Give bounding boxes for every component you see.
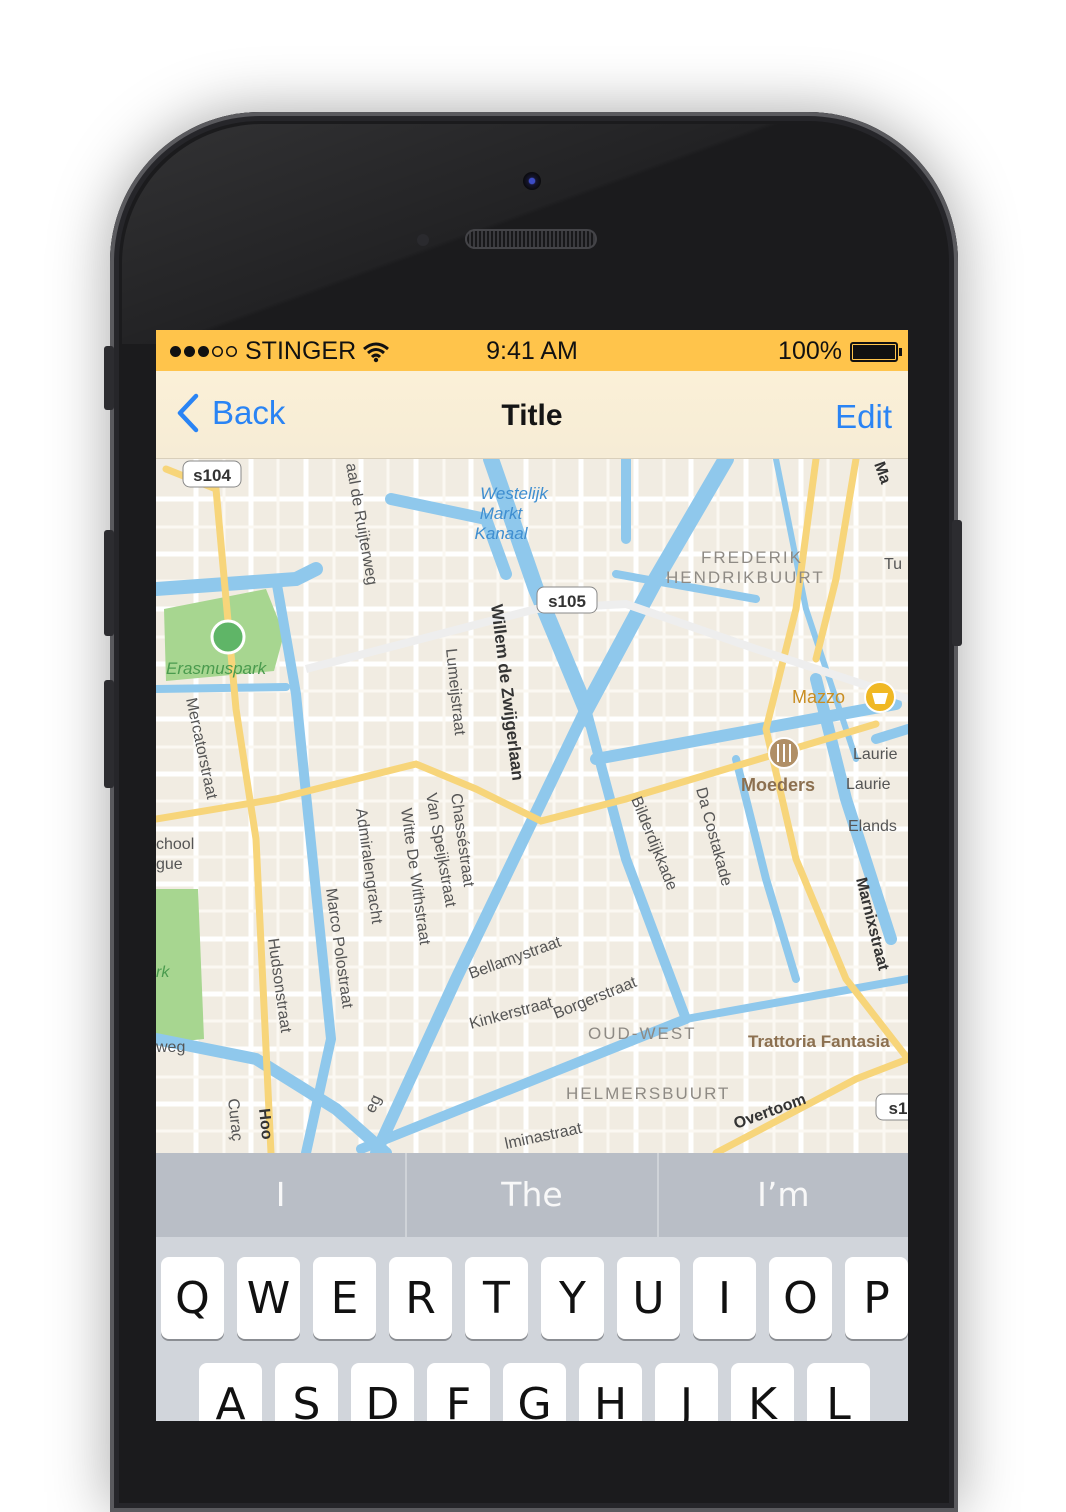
poi-trattoria-label[interactable]: Trattoria Fantasia	[748, 1032, 890, 1051]
district-frederik: FREDERIK	[701, 548, 803, 567]
key-t[interactable]: T	[465, 1257, 528, 1339]
battery-icon	[850, 341, 902, 362]
water-label-1: Westelijk	[480, 484, 549, 503]
key-k[interactable]: K	[731, 1363, 794, 1421]
poi-mazzo-label: Mazzo	[792, 687, 845, 707]
key-h[interactable]: H	[579, 1363, 642, 1421]
suggestion-1[interactable]: I	[156, 1153, 408, 1237]
park-label: Erasmuspark	[166, 659, 268, 678]
street-school: chool	[156, 836, 194, 853]
street-laurier-1: Laurie	[853, 746, 898, 763]
edit-button[interactable]: Edit	[835, 398, 892, 436]
key-p[interactable]: P	[845, 1257, 908, 1339]
screen: STINGER 9:41 AM 100% Back Title Edit Era…	[156, 330, 908, 1421]
volume-up-button	[104, 530, 114, 636]
district-hendrikbuurt: HENDRIKBUURT	[666, 568, 825, 587]
water-label: Westelijk Markt Kanaal	[475, 484, 550, 543]
street-rk: rk	[156, 964, 170, 981]
power-button	[952, 520, 962, 646]
water-label-3: Kanaal	[475, 524, 529, 543]
map-view[interactable]: Erasmuspark Westelijk Markt Kanaal s104 …	[156, 459, 908, 1153]
key-u[interactable]: U	[617, 1257, 680, 1339]
battery-percent: 100%	[778, 337, 842, 365]
key-w[interactable]: W	[237, 1257, 300, 1339]
proximity-sensor	[417, 234, 429, 246]
front-camera	[523, 172, 541, 190]
key-f[interactable]: F	[427, 1363, 490, 1421]
shield-s105: s105	[548, 592, 586, 611]
key-o[interactable]: O	[769, 1257, 832, 1339]
shield-s1: s1	[889, 1099, 908, 1118]
suggestion-2[interactable]: The	[407, 1153, 659, 1237]
street-admiralen: Admiralengracht	[352, 807, 385, 925]
street-jan: eg	[362, 1092, 385, 1115]
page-title: Title	[501, 399, 563, 432]
battery-group: 100%	[778, 337, 902, 366]
street-weg: weg	[156, 1039, 185, 1056]
street-curacao: Curaç	[224, 1098, 245, 1142]
key-y[interactable]: Y	[541, 1257, 604, 1339]
key-a[interactable]: A	[199, 1363, 262, 1421]
street-mercator: Mercatorstraat	[182, 696, 220, 801]
keyboard-row-2: A S D F G H J K L	[156, 1363, 908, 1421]
street-kinker: Kinkerstraat	[468, 994, 555, 1033]
poi-moeders-label: Moeders	[741, 775, 815, 795]
volume-down-button	[104, 680, 114, 788]
key-g[interactable]: G	[503, 1363, 566, 1421]
key-i[interactable]: I	[693, 1257, 756, 1339]
street-hoofd: Hoo	[255, 1108, 275, 1141]
key-q[interactable]: Q	[161, 1257, 224, 1339]
key-j[interactable]: J	[655, 1363, 718, 1421]
street-ma: Ma	[870, 460, 894, 487]
water-label-2: Markt	[480, 504, 524, 523]
shield-s104: s104	[193, 466, 231, 485]
keyboard: Q W E R T Y U I O P A S D F G H J K L	[156, 1237, 908, 1421]
street-borger: Borgerstraat	[551, 974, 640, 1023]
district-oud-west: OUD-WEST	[588, 1024, 697, 1043]
predictive-text-bar: I The I’m	[156, 1153, 908, 1237]
district-helmersbuurt: HELMERSBUURT	[566, 1084, 730, 1103]
street-gue: gue	[156, 856, 183, 873]
poi-mazzo[interactable]: Mazzo	[792, 681, 896, 713]
street-laurier-2: Laurie	[846, 776, 891, 793]
street-min: lminastraat	[503, 1120, 584, 1153]
key-d[interactable]: D	[351, 1363, 414, 1421]
key-e[interactable]: E	[313, 1257, 376, 1339]
earpiece-speaker	[465, 229, 597, 249]
street-elands: Elands	[848, 818, 897, 835]
navigation-bar: Back Title Edit	[156, 371, 908, 459]
key-s[interactable]: S	[275, 1363, 338, 1421]
street-ruijterweg: aal de Ruijterweg	[342, 462, 380, 587]
key-l[interactable]: L	[807, 1363, 870, 1421]
mute-switch	[104, 346, 114, 410]
key-r[interactable]: R	[389, 1257, 452, 1339]
park-icon	[210, 619, 246, 655]
suggestion-3[interactable]: I’m	[659, 1153, 908, 1237]
keyboard-row-1: Q W E R T Y U I O P	[156, 1257, 908, 1339]
status-bar: STINGER 9:41 AM 100%	[156, 330, 908, 371]
street-tu: Tu	[884, 556, 902, 573]
